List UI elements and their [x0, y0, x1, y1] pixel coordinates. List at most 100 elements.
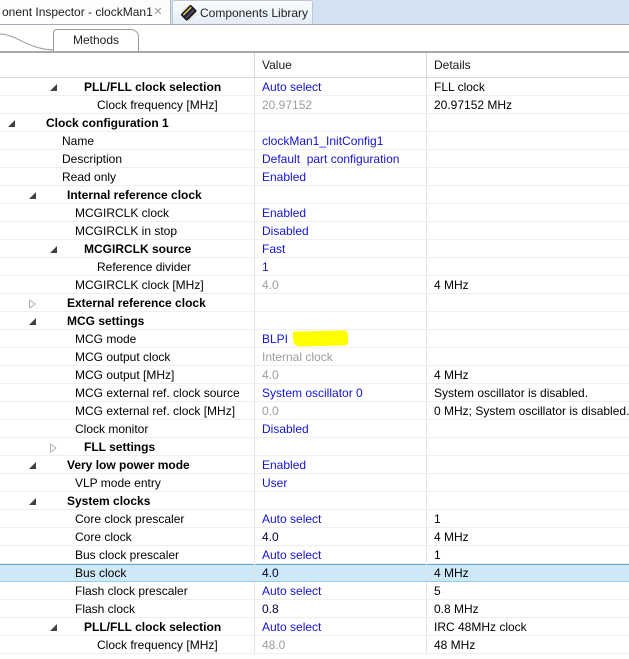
row-mcg-external-ref-clock-source[interactable]: MCG external ref. clock source System osc… — [0, 384, 629, 402]
row-description[interactable]: Description Default part configuration — [0, 150, 629, 168]
row-fll-settings[interactable]: FLL settings — [0, 438, 629, 456]
property-value-cell[interactable] — [255, 438, 427, 455]
property-value-cell[interactable]: Fast — [255, 240, 427, 257]
property-value-cell[interactable]: 0.8 — [255, 600, 427, 617]
tree-expanded-icon[interactable] — [49, 245, 58, 254]
property-value-cell[interactable]: Auto select — [255, 582, 427, 599]
row-flash-clock-prescaler[interactable]: Flash clock prescaler Auto select 5 — [0, 582, 629, 600]
property-value[interactable]: clockMan1_InitConfig1 — [262, 134, 383, 148]
property-value[interactable]: Auto select — [262, 548, 321, 562]
property-value-cell[interactable]: Disabled — [255, 420, 427, 437]
row-name[interactable]: Name clockMan1_InitConfig1 — [0, 132, 629, 150]
row-mcgirclk-clock-mhz[interactable]: MCGIRCLK clock [MHz] 4.0 4 MHz — [0, 276, 629, 294]
property-value-cell[interactable]: Enabled — [255, 456, 427, 473]
property-value-cell[interactable]: BLPI — [255, 330, 427, 347]
property-value-cell[interactable]: 1 — [255, 258, 427, 275]
row-mcg-mode[interactable]: MCG mode BLPI — [0, 330, 629, 348]
property-value-cell[interactable]: Auto select — [255, 510, 427, 527]
tab-component-inspector[interactable]: onent Inspector - clockMan1 ✕ — [0, 0, 171, 24]
tree-collapsed-icon[interactable] — [49, 443, 58, 453]
property-value-cell[interactable] — [255, 492, 427, 509]
property-value-cell[interactable]: 48.0 — [255, 636, 427, 653]
property-value-cell[interactable] — [255, 114, 427, 131]
property-value[interactable]: 4.0 — [262, 278, 279, 292]
property-value[interactable]: Enabled — [262, 170, 306, 184]
tree-expanded-icon[interactable] — [28, 461, 37, 470]
row-clock-frequency-mhz[interactable]: Clock frequency [MHz] 20.97152 20.97152 MH… — [0, 96, 629, 114]
row-mcgirclk-clock[interactable]: MCGIRCLK clock Enabled — [0, 204, 629, 222]
row-read-only[interactable]: Read only Enabled — [0, 168, 629, 186]
property-value-cell[interactable]: Enabled — [255, 168, 427, 185]
tree-expanded-icon[interactable] — [49, 83, 58, 92]
property-value-cell[interactable]: Auto select — [255, 618, 427, 635]
property-value-cell[interactable] — [255, 186, 427, 203]
row-bus-clock-prescaler[interactable]: Bus clock prescaler Auto select 1 — [0, 546, 629, 564]
property-value[interactable]: 48.0 — [262, 638, 285, 652]
property-value-cell[interactable]: Default part configuration — [255, 150, 427, 167]
row-core-clock[interactable]: Core clock 4.0 4 MHz — [0, 528, 629, 546]
property-value[interactable]: Disabled — [262, 422, 309, 436]
property-value-cell[interactable]: Auto select — [255, 78, 427, 95]
row-system-clocks[interactable]: System clocks — [0, 492, 629, 510]
row-clock-frequency-mhz[interactable]: Clock frequency [MHz] 48.0 48 MHz — [0, 636, 629, 654]
property-value-cell[interactable]: 4.0 — [255, 366, 427, 383]
property-value-cell[interactable]: System oscillator 0 — [255, 384, 427, 401]
property-value-cell[interactable]: clockMan1_InitConfig1 — [255, 132, 427, 149]
property-value[interactable]: Enabled — [262, 206, 306, 220]
property-value[interactable]: Enabled — [262, 458, 306, 472]
row-mcg-output-mhz[interactable]: MCG output [MHz] 4.0 4 MHz — [0, 366, 629, 384]
row-bus-clock[interactable]: Bus clock 4.0 4 MHz — [0, 564, 629, 582]
property-value-cell[interactable]: 0.0 — [255, 402, 427, 419]
property-value[interactable]: Auto select — [262, 80, 321, 94]
property-value[interactable]: 1 — [262, 260, 269, 274]
property-value[interactable]: Auto select — [262, 512, 321, 526]
row-pll-fll-clock-selection[interactable]: PLL/FLL clock selection Auto select IRC 48… — [0, 618, 629, 636]
property-value-cell[interactable]: 20.97152 — [255, 96, 427, 113]
tab-close-icon[interactable]: ✕ — [150, 4, 166, 20]
row-flash-clock[interactable]: Flash clock 0.8 0.8 MHz — [0, 600, 629, 618]
tree-expanded-icon[interactable] — [28, 317, 37, 326]
property-value[interactable]: Auto select — [262, 620, 321, 634]
row-internal-reference-clock[interactable]: Internal reference clock — [0, 186, 629, 204]
property-value[interactable]: 20.97152 — [262, 98, 312, 112]
property-value-cell[interactable]: Auto select — [255, 546, 427, 563]
tree-expanded-icon[interactable] — [49, 623, 58, 632]
row-clock-configuration-1[interactable]: Clock configuration 1 — [0, 114, 629, 132]
property-value-cell[interactable]: 4.0 — [255, 564, 427, 581]
property-value[interactable]: BLPI — [262, 332, 288, 346]
property-value[interactable]: 0.8 — [262, 602, 279, 616]
property-value[interactable]: 0.0 — [262, 404, 279, 418]
property-value-cell[interactable]: 4.0 — [255, 276, 427, 293]
row-mcgirclk-in-stop[interactable]: MCGIRCLK in stop Disabled — [0, 222, 629, 240]
row-reference-divider[interactable]: Reference divider 1 — [0, 258, 629, 276]
property-value-cell[interactable]: Internal clock — [255, 348, 427, 365]
property-value-cell[interactable]: Enabled — [255, 204, 427, 221]
property-value-cell[interactable]: Disabled — [255, 222, 427, 239]
property-value[interactable]: Auto select — [262, 584, 321, 598]
row-mcg-output-clock[interactable]: MCG output clock Internal clock — [0, 348, 629, 366]
property-value[interactable]: Disabled — [262, 224, 309, 238]
row-external-reference-clock[interactable]: External reference clock — [0, 294, 629, 312]
property-value[interactable]: 4.0 — [262, 566, 279, 580]
property-value-cell[interactable] — [255, 312, 427, 329]
property-value[interactable]: System oscillator 0 — [262, 386, 363, 400]
property-value[interactable]: Default part configuration — [262, 152, 399, 166]
row-very-low-power-mode[interactable]: Very low power mode Enabled — [0, 456, 629, 474]
tree-expanded-icon[interactable] — [28, 191, 37, 200]
property-value-cell[interactable] — [255, 294, 427, 311]
row-mcg-settings[interactable]: MCG settings — [0, 312, 629, 330]
property-value[interactable]: Fast — [262, 242, 285, 256]
tab-components-library[interactable]: Components Library — [172, 0, 313, 24]
row-vlp-mode-entry[interactable]: VLP mode entry User — [0, 474, 629, 492]
property-value[interactable]: Internal clock — [262, 350, 333, 364]
tree-expanded-icon[interactable] — [28, 497, 37, 506]
row-clock-monitor[interactable]: Clock monitor Disabled — [0, 420, 629, 438]
property-value[interactable]: 4.0 — [262, 368, 279, 382]
tree-collapsed-icon[interactable] — [28, 299, 37, 309]
row-pll-fll-clock-selection[interactable]: PLL/FLL clock selection Auto select FLL cl… — [0, 78, 629, 96]
row-core-clock-prescaler[interactable]: Core clock prescaler Auto select 1 — [0, 510, 629, 528]
property-value-cell[interactable]: User — [255, 474, 427, 491]
tab-methods[interactable]: Methods — [53, 29, 139, 51]
property-value[interactable]: User — [262, 476, 287, 490]
tree-expanded-icon[interactable] — [7, 119, 16, 128]
